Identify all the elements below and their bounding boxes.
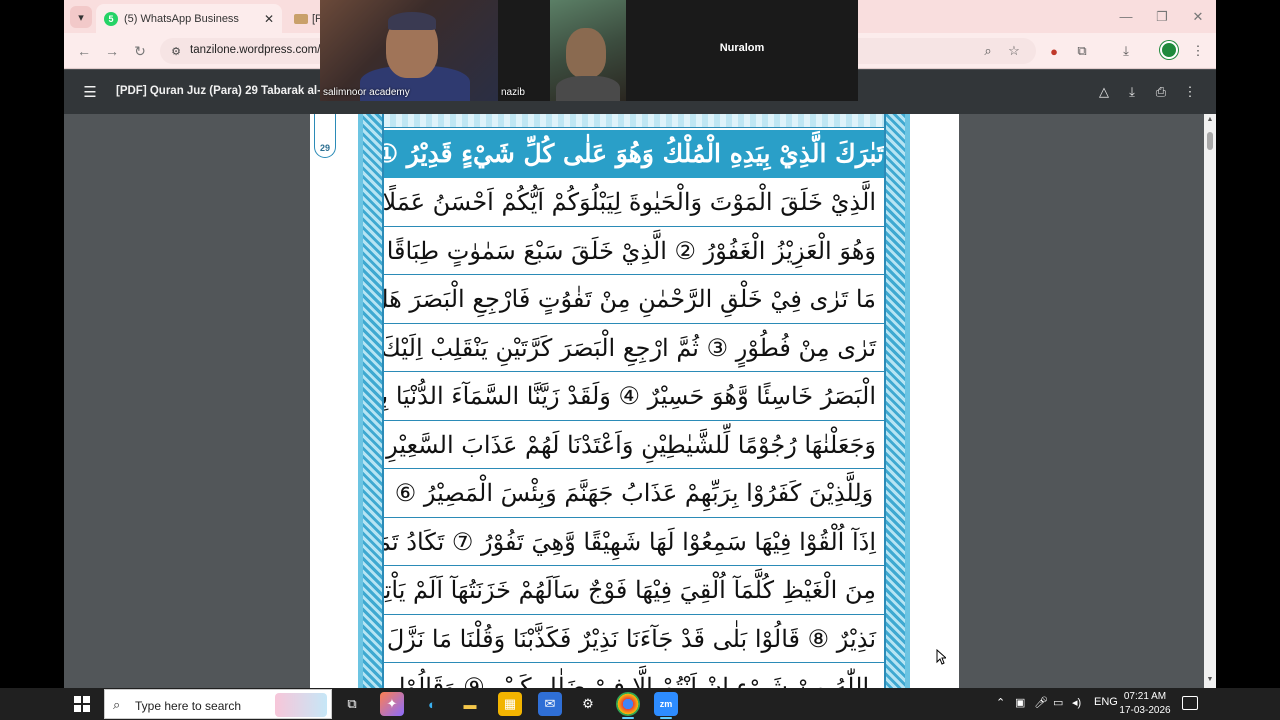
profile-avatar[interactable] bbox=[1160, 41, 1178, 59]
pdf-viewport[interactable]: 29 تَبٰرَكَ الَّذِيْ بِيَدِهِ الْمُلْكُ … bbox=[64, 114, 1204, 688]
task-view-icon[interactable]: ⧉ bbox=[340, 692, 364, 716]
extension-red-icon[interactable]: ● bbox=[1044, 41, 1064, 61]
drive-save-icon[interactable]: △ bbox=[1094, 82, 1114, 102]
file-explorer-icon[interactable]: ▬ bbox=[458, 692, 482, 716]
tab-title: (5) WhatsApp Business bbox=[124, 12, 239, 25]
close-window-icon[interactable]: ✕ bbox=[1180, 0, 1216, 33]
windows-start-icon[interactable] bbox=[74, 696, 90, 712]
verse-line: تَرٰى مِنْ فُطُوْرٍ ③ ثُمَّ ارْجِعِ الْب… bbox=[384, 324, 884, 372]
extensions-icon[interactable]: ⧉ bbox=[1072, 41, 1092, 61]
windows-taskbar: ⌕ Type here to search ⧉ ✦ ◐ ▬ ▦ ✉ ⚙ zm ⌃… bbox=[0, 688, 1280, 720]
taskbar-search[interactable]: ⌕ Type here to search bbox=[104, 689, 332, 719]
zoom-app-icon[interactable]: zm bbox=[654, 692, 678, 719]
copilot-icon[interactable]: ✦ bbox=[380, 692, 404, 716]
bookmark-star-icon[interactable]: ☆ bbox=[1004, 41, 1024, 61]
mail-icon[interactable]: ✉ bbox=[538, 692, 562, 716]
participant-figure bbox=[556, 76, 620, 101]
restore-icon[interactable]: ❐ bbox=[1144, 0, 1180, 33]
network-icon[interactable]: ▭ bbox=[1053, 696, 1063, 709]
reload-icon[interactable]: ↻ bbox=[130, 41, 150, 61]
participant-tile[interactable]: salimnoor academy bbox=[320, 0, 498, 101]
back-icon[interactable]: ← bbox=[74, 41, 94, 61]
forward-icon[interactable]: → bbox=[102, 41, 122, 61]
desktop-screen: ▾ 5 (5) WhatsApp Business ✕ [P — ❐ ✕ ← →… bbox=[0, 0, 1280, 720]
pdf-scrollbar[interactable]: ▲ ▼ bbox=[1204, 114, 1216, 688]
language-indicator[interactable]: ENG bbox=[1094, 696, 1118, 708]
header-ornament bbox=[384, 114, 884, 128]
participant-name: salimnoor academy bbox=[323, 87, 410, 98]
pdf-page: 29 تَبٰرَكَ الَّذِيْ بِيَدِهِ الْمُلْكُ … bbox=[310, 114, 959, 688]
participant-tile[interactable]: Nuralom bbox=[626, 0, 858, 101]
participant-name: nazib bbox=[501, 87, 525, 98]
minimize-icon[interactable]: — bbox=[1108, 0, 1144, 33]
tray-overflow-icon[interactable]: ⌃ bbox=[996, 696, 1005, 709]
video-call-strip: salimnoor academy nazib Nuralom bbox=[320, 0, 858, 101]
search-highlight-image bbox=[275, 693, 327, 717]
participant-face bbox=[566, 28, 606, 78]
scroll-down-icon[interactable]: ▼ bbox=[1205, 676, 1215, 686]
pdf-more-icon[interactable]: ⋮ bbox=[1180, 82, 1200, 102]
browser-menu-icon[interactable]: ⋮ bbox=[1188, 41, 1208, 61]
pdf-favicon-icon bbox=[294, 13, 308, 24]
tab-close-icon[interactable]: ✕ bbox=[264, 12, 274, 26]
window-controls: — ❐ ✕ bbox=[1108, 0, 1216, 33]
quran-page-frame: تَبٰرَكَ الَّذِيْ بِيَدِهِ الْمُلْكُ وَه… bbox=[358, 114, 910, 688]
clock-date: 17-03-2026 bbox=[1119, 705, 1171, 716]
volume-icon[interactable]: ◂) bbox=[1072, 696, 1081, 709]
verse-line: وَهُوَ الْعَزِيْزُ الْغَفُوْرُ ② الَّذِي… bbox=[384, 227, 884, 275]
search-placeholder: Type here to search bbox=[135, 699, 242, 713]
verse-line: مِنَ الْغَيْظِ كُلَّمَآ اُلْقِيَ فِيْهَا… bbox=[384, 566, 884, 615]
tab-search-button[interactable]: ▾ bbox=[70, 6, 92, 28]
whatsapp-icon: 5 bbox=[104, 11, 118, 26]
print-icon[interactable]: ⎙ bbox=[1151, 82, 1171, 102]
tab-whatsapp[interactable]: 5 (5) WhatsApp Business ✕ bbox=[96, 4, 282, 33]
edge-icon[interactable]: ◐ bbox=[420, 692, 444, 716]
taskbar-clock[interactable]: 07:21 AM 17-03-2026 bbox=[1116, 690, 1174, 718]
chrome-icon[interactable] bbox=[616, 692, 640, 719]
verse-line: الْبَصَرُ خَاسِئًا وَّهُوَ حَسِيْرٌ ④ وَ… bbox=[384, 372, 884, 421]
verse-line: اللّٰهُ مِنْ شَيْءٍ اِنْ اَنْتُمْ اِلَّا… bbox=[384, 663, 884, 688]
participant-tile[interactable]: nazib bbox=[498, 0, 550, 101]
url-text[interactable]: tanzilone.wordpress.com/v bbox=[190, 44, 326, 56]
notification-center-icon[interactable] bbox=[1182, 696, 1198, 710]
zoom-icon[interactable]: ⌕ bbox=[978, 41, 998, 61]
verse-line: وَجَعَلْنٰهَا رُجُوْمًا لِّلشَّيٰطِيْنِ … bbox=[384, 421, 884, 469]
verse-line: اِذَآ اُلْقُوْا فِيْهَا سَمِعُوْا لَهَا … bbox=[384, 518, 884, 566]
juz-marker: 29 bbox=[314, 114, 336, 158]
participant-name: Nuralom bbox=[719, 42, 765, 54]
verse-line: وَلِلَّذِيْنَ كَفَرُوْا بِرَبِّهِمْ عَذَ… bbox=[384, 469, 884, 518]
surah-opening-line: تَبٰرَكَ الَّذِيْ بِيَدِهِ الْمُلْكُ وَه… bbox=[384, 130, 884, 178]
downloads-icon[interactable]: ⤓ bbox=[1116, 41, 1136, 61]
quran-text-area: تَبٰرَكَ الَّذِيْ بِيَدِهِ الْمُلْكُ وَه… bbox=[382, 114, 886, 688]
search-icon: ⌕ bbox=[113, 697, 121, 712]
browser-window: ▾ 5 (5) WhatsApp Business ✕ [P — ❐ ✕ ← →… bbox=[64, 0, 1216, 688]
clock-time: 07:21 AM bbox=[1123, 691, 1167, 702]
scroll-up-icon[interactable]: ▲ bbox=[1205, 116, 1215, 126]
participant-video[interactable] bbox=[550, 0, 626, 101]
site-info-icon[interactable]: ⚙ bbox=[168, 43, 184, 59]
pdf-title: [PDF] Quran Juz (Para) 29 Tabarak al-Laz bbox=[116, 85, 326, 97]
pdf-sidebar-menu-icon[interactable]: ☰ bbox=[80, 82, 100, 102]
store-icon[interactable]: ▦ bbox=[498, 692, 522, 716]
verse-line: نَذِيْرٌ ⑧ قَالُوْا بَلٰى قَدْ جَآءَنَا … bbox=[384, 615, 884, 663]
verse-line: الَّذِيْ خَلَقَ الْمَوْتَ وَالْحَيٰوةَ ل… bbox=[384, 178, 884, 227]
tray-app-icon[interactable]: ▣ bbox=[1015, 696, 1025, 709]
verse-lines: الَّذِيْ خَلَقَ الْمَوْتَ وَالْحَيٰوةَ ل… bbox=[384, 178, 884, 688]
scroll-thumb[interactable] bbox=[1207, 132, 1213, 150]
pdf-download-icon[interactable]: ⤓ bbox=[1122, 82, 1142, 102]
microphone-icon[interactable]: 🎤︎ bbox=[1034, 696, 1048, 709]
settings-gear-icon[interactable]: ⚙ bbox=[576, 692, 600, 716]
mouse-cursor-icon bbox=[936, 649, 946, 665]
verse-line: مَا تَرٰى فِيْ خَلْقِ الرَّحْمٰنِ مِنْ ت… bbox=[384, 275, 884, 324]
participant-cap bbox=[388, 12, 436, 30]
